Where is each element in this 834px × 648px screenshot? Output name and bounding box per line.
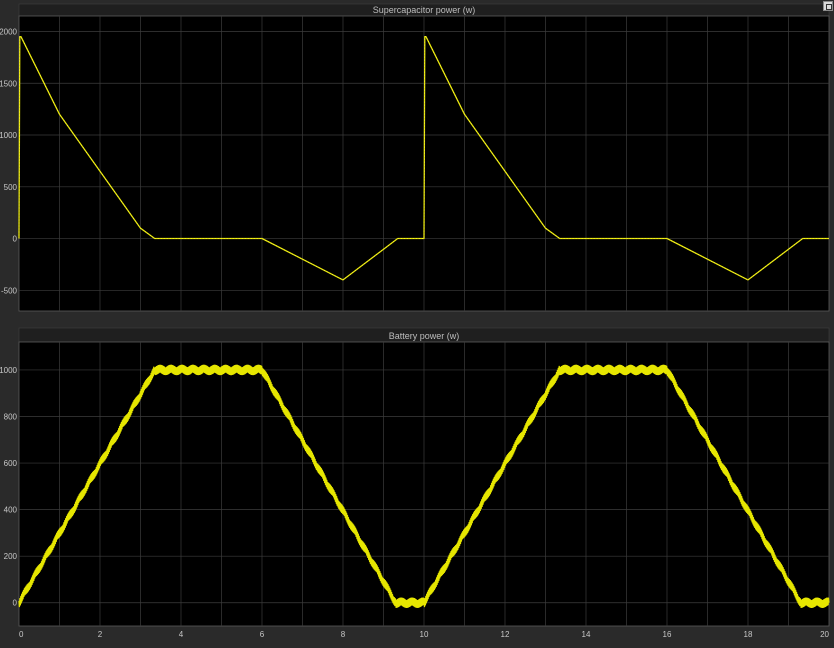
x-tick-label: 12 <box>501 630 510 639</box>
y-tick-label: 1500 <box>0 79 18 88</box>
x-tick-label: 0 <box>19 630 24 639</box>
x-tick-label: 14 <box>582 630 591 639</box>
y-tick-label: -500 <box>1 286 18 295</box>
x-tick-label: 8 <box>341 630 346 639</box>
x-tick-label: 6 <box>260 630 265 639</box>
battery-panel: Battery power (w) 0 200 400 600 800 1000 0 2 4 6 8 1… <box>0 327 830 639</box>
y-tick-label: 1000 <box>0 366 18 375</box>
chart-title: Supercapacitor power (w) <box>373 5 476 15</box>
y-tick-label: 200 <box>4 552 18 561</box>
x-tick-label: 10 <box>420 630 429 639</box>
y-tick-label: 500 <box>4 183 18 192</box>
x-tick-label: 2 <box>98 630 103 639</box>
supercap-panel: Supercapacitor power (w) -500 0 500 1000 1500… <box>0 3 830 312</box>
x-tick-label: 4 <box>179 630 184 639</box>
y-tick-label: 1000 <box>0 131 18 140</box>
x-tick-label: 18 <box>744 630 753 639</box>
y-tick-label: 600 <box>4 459 18 468</box>
y-tick-label: 0 <box>13 235 18 244</box>
chart-title: Battery power (w) <box>389 331 460 341</box>
y-tick-label: 400 <box>4 506 18 515</box>
undock-figure-icon[interactable] <box>823 1 833 11</box>
y-tick-label: 0 <box>13 599 18 608</box>
y-tick-label: 2000 <box>0 28 18 37</box>
scope-figure: Supercapacitor power (w)-500050010001500… <box>0 3 830 639</box>
x-tick-label: 16 <box>663 630 672 639</box>
y-tick-label: 800 <box>4 412 18 421</box>
x-tick-label: 20 <box>820 630 829 639</box>
